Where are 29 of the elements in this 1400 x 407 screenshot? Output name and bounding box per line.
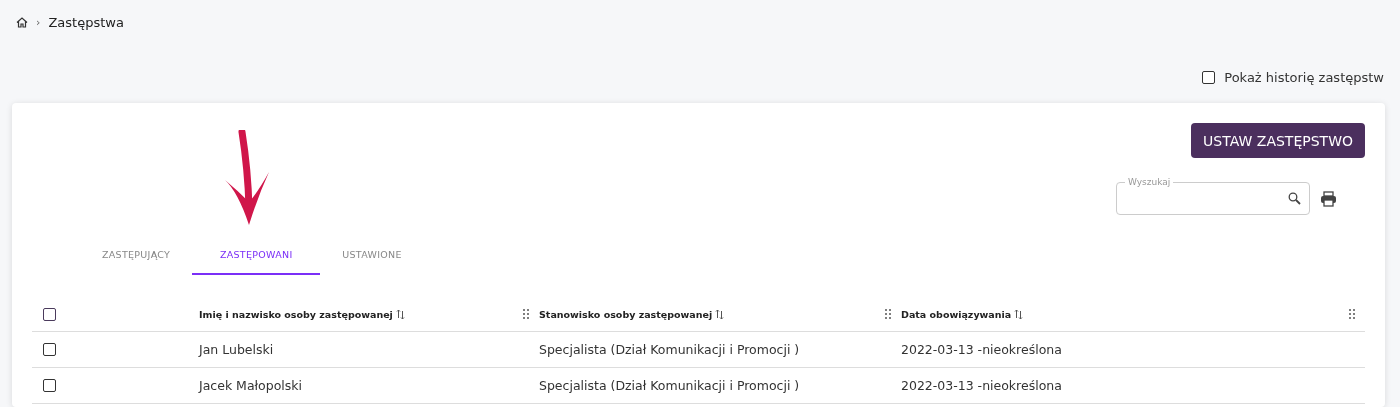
sort-icon[interactable] — [1014, 308, 1024, 320]
home-icon[interactable] — [16, 16, 28, 28]
tab[interactable]: USTAWIONE — [320, 237, 424, 275]
column-header[interactable]: Stanowisko osoby zastępowanej — [539, 308, 725, 320]
drag-handle-icon[interactable] — [1349, 309, 1355, 319]
table-cell: Jacek Małopolski — [199, 378, 303, 393]
table-cell: Jan Lubelski — [199, 342, 274, 357]
sort-icon[interactable] — [715, 308, 725, 320]
row-checkbox[interactable] — [43, 343, 56, 356]
breadcrumb-separator: › — [36, 15, 41, 29]
search-icon[interactable] — [1288, 192, 1301, 205]
column-header[interactable]: Imię i nazwisko osoby zastępowanej — [199, 308, 405, 320]
breadcrumb-current: Zastępstwa — [48, 14, 124, 30]
tab[interactable]: ZASTĘPOWANI — [192, 237, 321, 275]
history-checkbox-label[interactable]: Pokaż historię zastępstw — [1224, 70, 1384, 85]
printer-icon[interactable] — [1320, 190, 1337, 207]
row-checkbox[interactable] — [43, 379, 56, 392]
table-cell: 2022-03-13 -nieokreślona — [901, 378, 1062, 393]
set-substitution-button[interactable]: USTAW ZASTĘPSTWO — [1191, 123, 1365, 158]
sort-icon[interactable] — [395, 308, 405, 320]
drag-handle-icon[interactable] — [885, 309, 891, 319]
drag-handle-icon[interactable] — [523, 309, 529, 319]
table-cell: Specjalista (Dział Komunikacji i Promocji ) — [539, 342, 800, 357]
table-cell: Specjalista (Dział Komunikacji i Promocji ) — [539, 378, 800, 393]
select-all-checkbox[interactable] — [43, 307, 56, 321]
tab[interactable]: ZASTĘPUJĄCY — [80, 237, 193, 275]
history-checkbox[interactable] — [1202, 71, 1216, 84]
table-cell: 2022-03-13 -nieokreślona — [901, 342, 1062, 357]
column-header[interactable]: Data obowiązywania — [901, 308, 1024, 320]
